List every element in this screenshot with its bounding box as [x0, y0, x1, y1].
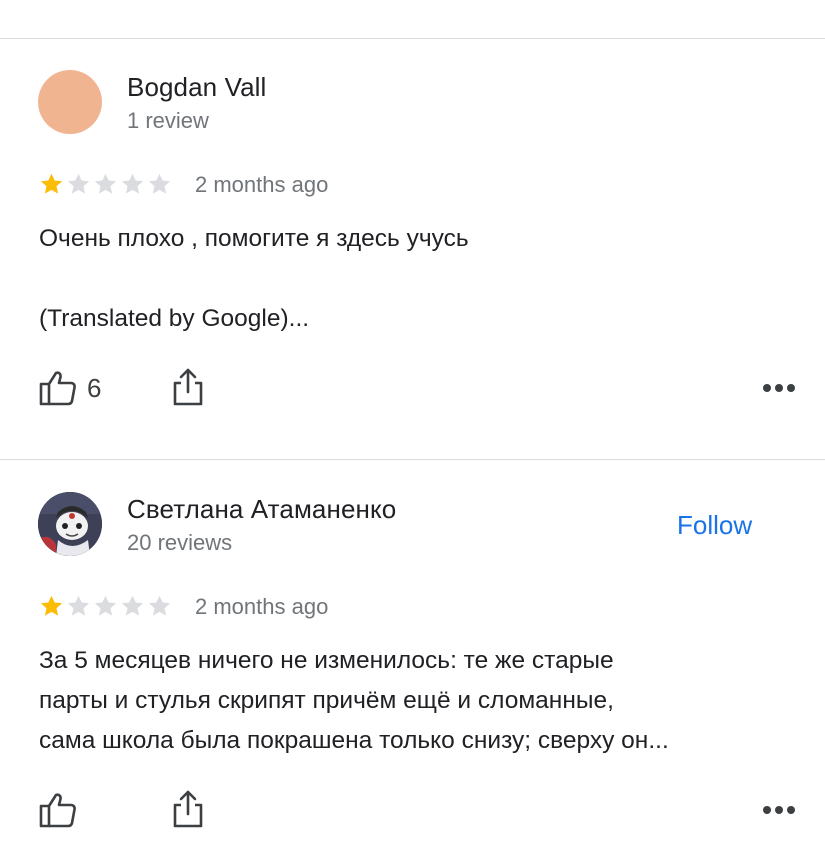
review-text-line: сама школа была покрашена только снизу; …: [39, 727, 669, 754]
follow-button[interactable]: Follow: [677, 510, 752, 541]
review-time: 2 months ago: [195, 594, 329, 619]
share-button[interactable]: [172, 790, 204, 828]
avatar-image: [38, 492, 102, 556]
review-text-line: За 5 месяцев ничего не изменилось: те же…: [39, 647, 614, 674]
review-text[interactable]: Очень плохо , помогите я здесь учусь (Tr…: [39, 219, 799, 339]
review-time: 2 months ago: [195, 172, 329, 197]
share-button[interactable]: [172, 368, 204, 406]
star-rating: [38, 171, 173, 197]
like-button[interactable]: 6: [39, 370, 101, 406]
star-icon: [148, 173, 171, 194]
star-icon: [40, 595, 63, 616]
star-rating: [38, 593, 173, 619]
star-icon: [40, 173, 63, 194]
author-review-count: 1 review: [127, 108, 209, 133]
more-icon[interactable]: [762, 804, 796, 816]
more-icon[interactable]: [762, 382, 796, 394]
review-text-line: Очень плохо , помогите я здесь учусь: [39, 225, 469, 252]
star-icon: [67, 595, 90, 616]
author-name[interactable]: Bogdan Vall: [127, 72, 266, 103]
author-review-count: 20 reviews: [127, 530, 233, 555]
review-divider: [0, 459, 825, 460]
like-button[interactable]: [39, 792, 77, 828]
like-count: 6: [87, 372, 102, 403]
star-icon: [67, 173, 90, 194]
thumb-up-icon: [39, 793, 76, 828]
share-icon: [173, 790, 203, 828]
review-text-line: [39, 259, 799, 299]
star-icon: [121, 595, 144, 616]
avatar[interactable]: [38, 70, 102, 134]
star-icon: [148, 595, 171, 616]
avatar[interactable]: [38, 492, 102, 556]
top-divider: [0, 38, 825, 39]
review-text-line: (Translated by Google)...: [39, 305, 310, 332]
star-icon: [94, 595, 117, 616]
share-icon: [173, 368, 203, 406]
star-icon: [94, 173, 117, 194]
star-icon: [121, 173, 144, 194]
thumb-up-icon: [39, 371, 76, 406]
author-name[interactable]: Светлана Атаманенко: [127, 494, 396, 525]
review-text-line: парты и стулья скрипят причём ещё и слом…: [39, 687, 614, 714]
review-text[interactable]: За 5 месяцев ничего не изменилось: те же…: [39, 641, 799, 761]
